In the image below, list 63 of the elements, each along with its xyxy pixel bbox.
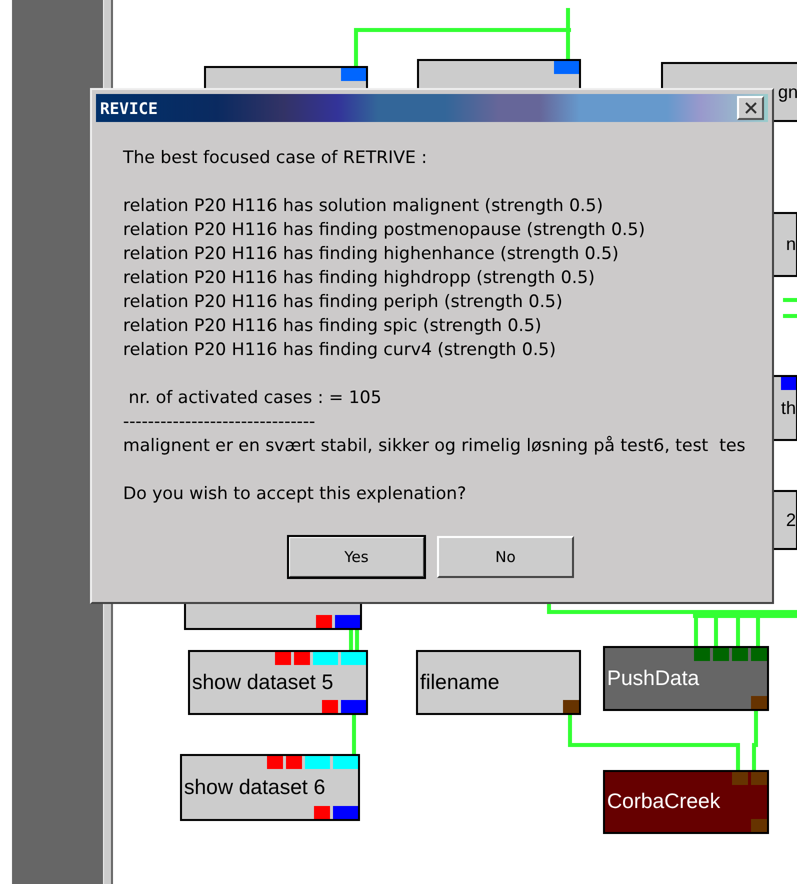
node-label: th <box>780 398 796 418</box>
connection-line <box>752 710 758 770</box>
connection-line <box>349 629 353 650</box>
port[interactable] <box>333 806 358 819</box>
port[interactable] <box>732 648 748 661</box>
port[interactable] <box>751 648 767 661</box>
port[interactable] <box>333 756 358 769</box>
port[interactable] <box>335 615 360 628</box>
port[interactable] <box>267 756 283 769</box>
node-label: show dataset 6 <box>183 776 326 800</box>
port[interactable] <box>341 68 366 81</box>
port[interactable] <box>341 700 366 713</box>
close-button[interactable] <box>737 96 764 120</box>
port[interactable] <box>751 819 767 832</box>
message-text: relation P20 H116 has finding postmenopause (strength 0.5) <box>123 219 646 242</box>
node-label: show dataset 5 <box>191 670 334 694</box>
port[interactable] <box>322 700 338 713</box>
node-label: n <box>786 234 796 255</box>
connection-line <box>355 629 359 650</box>
node[interactable]: PushData <box>603 646 769 711</box>
message-text: ------------------------------- <box>123 411 316 434</box>
dialog-title: REVICE <box>100 98 158 118</box>
port[interactable] <box>713 648 729 661</box>
dialog-button[interactable]: No <box>437 536 574 578</box>
port[interactable] <box>563 700 579 713</box>
connection-line <box>783 298 797 302</box>
connection-line <box>783 314 797 318</box>
port[interactable] <box>294 652 310 665</box>
message-text: The best focused case of RETRIVE : <box>123 147 428 170</box>
node-label: CorbaCreek <box>606 790 722 814</box>
port[interactable] <box>732 772 748 785</box>
node-label: filename <box>419 670 500 694</box>
node[interactable]: show dataset 5 <box>188 650 368 715</box>
message-text: relation P20 H116 has finding highdropp (strength 0.5) <box>123 267 596 290</box>
node[interactable]: CorbaCreek <box>603 770 769 834</box>
port[interactable] <box>554 61 579 74</box>
node[interactable]: show dataset 6 <box>180 754 360 821</box>
dialog-button[interactable]: Yes <box>288 536 425 578</box>
port[interactable] <box>305 756 330 769</box>
connection-line <box>352 714 356 754</box>
message-text: relation P20 H116 has finding periph (strength 0.5) <box>123 291 564 314</box>
port[interactable] <box>313 652 338 665</box>
port[interactable] <box>781 377 796 390</box>
message-text: malignent er en svært stabil, sikker og rimelig løsning på test6, test tes <box>123 434 746 458</box>
message-text: Do you wish to accept this explenation? <box>123 483 468 506</box>
port[interactable] <box>341 652 366 665</box>
node-label: PushData <box>606 666 700 690</box>
port[interactable] <box>286 756 302 769</box>
message-text: relation P20 H116 has finding spic (strength 0.5) <box>123 315 543 338</box>
close-icon <box>744 102 758 114</box>
message-text: relation P20 H116 has finding curv4 (strength 0.5) <box>123 339 557 362</box>
message-text: relation P20 H116 has finding highenhance (strength 0.5) <box>123 243 620 266</box>
port[interactable] <box>694 648 710 661</box>
message-text: nr. of activated cases : = 105 <box>127 387 383 410</box>
port[interactable] <box>751 696 767 709</box>
node-label: 2 <box>786 510 796 530</box>
port[interactable] <box>751 772 767 785</box>
message-text: relation P20 H116 has solution malignent (strength 0.5) <box>123 195 604 218</box>
node[interactable]: filename <box>416 650 581 715</box>
port[interactable] <box>275 652 291 665</box>
port[interactable] <box>314 806 330 819</box>
node-label: gn <box>778 82 797 102</box>
port[interactable] <box>316 615 332 628</box>
